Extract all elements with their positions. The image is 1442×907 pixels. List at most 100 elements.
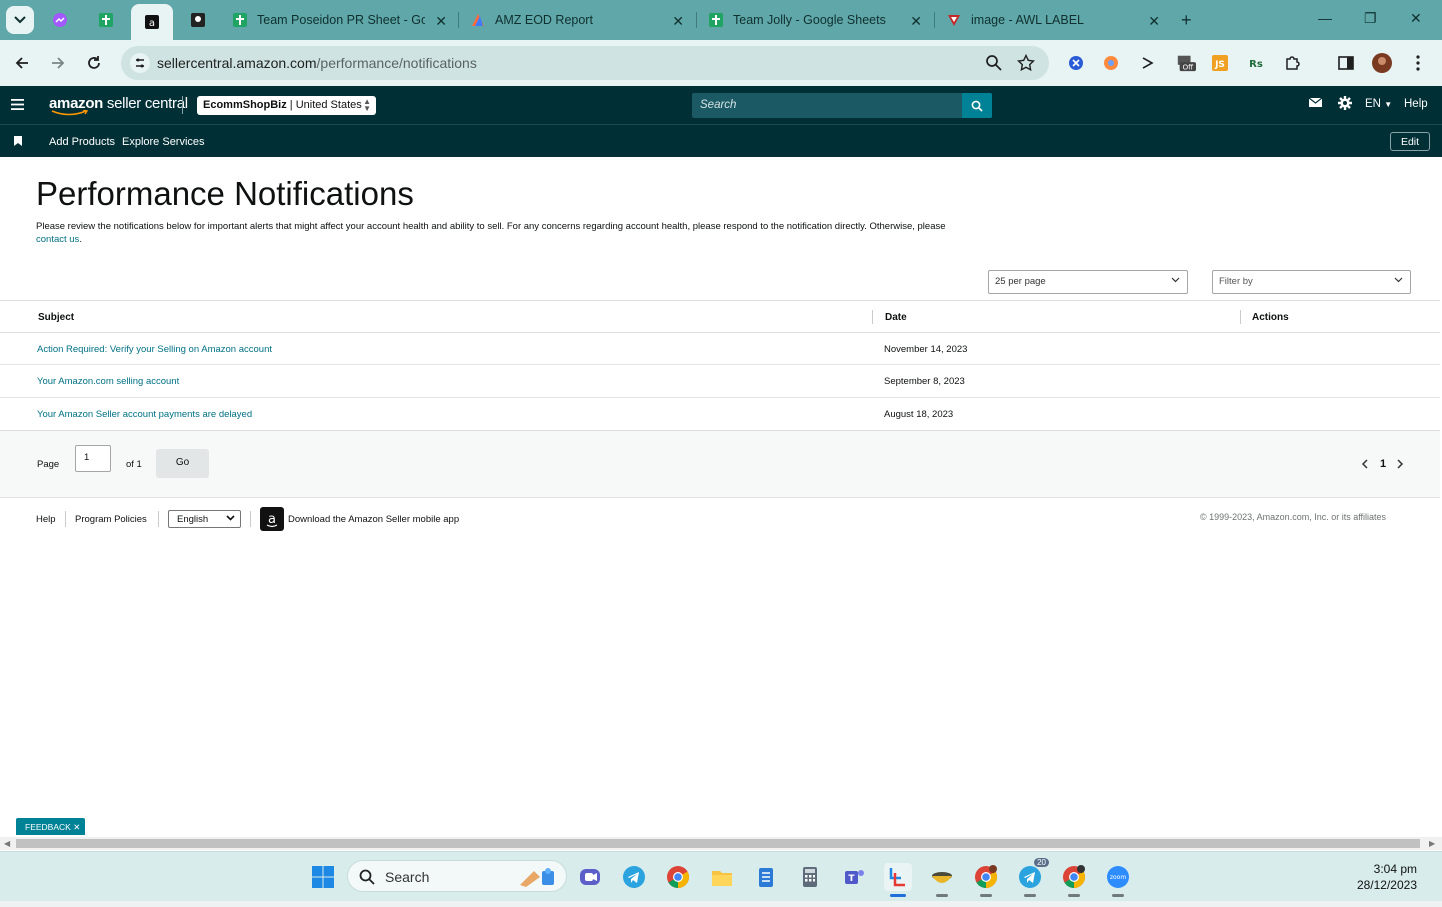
account-switcher[interactable]: EcommShopBiz | United States ▲ ▼ bbox=[197, 96, 376, 115]
scroll-right-icon[interactable]: ▶ bbox=[1429, 839, 1435, 848]
chevron-left-icon[interactable] bbox=[1361, 459, 1368, 469]
teams-icon[interactable]: T bbox=[840, 863, 868, 891]
address-bar[interactable]: sellercentral.amazon.com/performance/not… bbox=[121, 46, 1049, 80]
filter-select[interactable]: Filter by bbox=[1212, 270, 1411, 294]
telegram-icon[interactable] bbox=[620, 863, 648, 891]
notification-subject-link[interactable]: Your Amazon Seller account payments are … bbox=[37, 409, 252, 420]
mail-icon[interactable] bbox=[1309, 97, 1322, 108]
seller-search-box[interactable]: Search bbox=[692, 93, 992, 118]
extension-blue-icon[interactable] bbox=[1066, 53, 1086, 73]
close-icon[interactable]: ✕ bbox=[73, 822, 80, 832]
gear-icon[interactable] bbox=[1338, 96, 1352, 110]
per-page-value: 25 per page bbox=[995, 276, 1046, 287]
edit-button[interactable]: Edit bbox=[1390, 132, 1430, 151]
bowl-app-icon[interactable] bbox=[928, 863, 956, 897]
chevron-down-icon bbox=[1171, 277, 1180, 283]
tab-close-icon[interactable]: ✕ bbox=[435, 13, 447, 30]
tab-close-icon[interactable]: ✕ bbox=[1148, 13, 1160, 30]
snipping-tool-icon[interactable] bbox=[884, 863, 912, 897]
file-explorer-icon[interactable] bbox=[708, 863, 736, 891]
extension-rs-icon[interactable]: Rs bbox=[1246, 53, 1266, 73]
taskbar-search[interactable]: Search bbox=[347, 860, 567, 892]
tab-amz-eod-report[interactable]: AMZ EOD Report ✕ bbox=[470, 6, 684, 34]
telegram-notify-icon[interactable]: 20 bbox=[1016, 858, 1049, 897]
tab-close-icon[interactable]: ✕ bbox=[910, 13, 922, 30]
google-sheets-icon[interactable] bbox=[91, 6, 121, 34]
column-header-subject[interactable]: Subject bbox=[38, 312, 74, 323]
table-row: Your Amazon Seller account payments are … bbox=[0, 398, 1440, 430]
amazon-seller-app-icon[interactable]: a bbox=[260, 507, 284, 531]
url-path: /performance/notifications bbox=[316, 55, 477, 71]
subnav-add-products[interactable]: Add Products bbox=[49, 136, 115, 148]
hamburger-menu-icon[interactable] bbox=[11, 99, 24, 110]
awl-icon bbox=[946, 12, 962, 28]
footer-help-link[interactable]: Help bbox=[36, 514, 56, 525]
extension-orange-icon[interactable] bbox=[1101, 53, 1121, 73]
windows-start-icon[interactable] bbox=[309, 863, 337, 891]
footer-program-policies-link[interactable]: Program Policies bbox=[75, 514, 147, 525]
bookmark-star-icon[interactable] bbox=[1017, 54, 1035, 72]
back-icon[interactable] bbox=[12, 53, 32, 73]
search-icon[interactable] bbox=[962, 93, 992, 118]
zoom-icon[interactable] bbox=[985, 54, 1003, 72]
feedback-button[interactable]: FEEDBACK ✕ bbox=[16, 818, 85, 835]
tab-awl-label[interactable]: image - AWL LABEL ✕ bbox=[946, 6, 1160, 34]
svg-text:a: a bbox=[149, 18, 155, 29]
contact-us-link[interactable]: contact us bbox=[36, 234, 79, 245]
calculator-icon[interactable] bbox=[796, 863, 824, 891]
new-tab-icon[interactable]: + bbox=[1181, 10, 1192, 31]
help-link[interactable]: Help bbox=[1404, 98, 1428, 110]
pirate-icon[interactable] bbox=[183, 6, 213, 34]
horizontal-scrollbar[interactable]: ◀ ▶ bbox=[0, 837, 1442, 850]
extensions-puzzle-icon[interactable] bbox=[1282, 53, 1302, 73]
search-highlight-icon bbox=[518, 865, 558, 889]
footer-language-select[interactable]: English bbox=[168, 510, 241, 528]
chevron-right-icon[interactable] bbox=[1397, 459, 1404, 469]
messenger-icon[interactable] bbox=[45, 6, 75, 34]
tab-team-poseidon[interactable]: Team Poseidon PR Sheet - Goo ✕ bbox=[232, 6, 447, 34]
go-button[interactable]: Go bbox=[156, 449, 209, 478]
scrollbar-thumb[interactable] bbox=[16, 839, 1420, 848]
close-window-icon[interactable]: ✕ bbox=[1410, 10, 1422, 27]
browser-menu-icon[interactable] bbox=[1408, 53, 1428, 73]
forward-icon[interactable] bbox=[48, 53, 68, 73]
seller-search-input[interactable]: Search bbox=[700, 99, 736, 111]
chrome-profile-icon[interactable] bbox=[972, 863, 1000, 897]
download-app-link[interactable]: Download the Amazon Seller mobile app bbox=[288, 514, 459, 525]
extension-arrow-icon[interactable] bbox=[1138, 53, 1158, 73]
column-header-date[interactable]: Date bbox=[885, 312, 907, 323]
minimize-icon[interactable]: — bbox=[1318, 10, 1332, 26]
page-number-input[interactable]: 1 bbox=[75, 445, 111, 472]
site-info-icon[interactable] bbox=[130, 53, 150, 73]
extension-js-icon[interactable]: JS bbox=[1210, 53, 1230, 73]
maximize-icon[interactable]: ❐ bbox=[1364, 10, 1377, 27]
svg-text:JS: JS bbox=[1214, 60, 1225, 70]
seller-central-logo[interactable]: amazon seller central bbox=[49, 95, 188, 116]
scroll-left-icon[interactable]: ◀ bbox=[4, 839, 10, 848]
tab-close-icon[interactable]: ✕ bbox=[672, 13, 684, 30]
bookmark-icon[interactable] bbox=[14, 136, 22, 146]
language-switcher[interactable]: EN ▼ bbox=[1365, 98, 1392, 110]
tab-search-icon[interactable] bbox=[6, 6, 34, 34]
caret-down-icon: ▼ bbox=[1384, 100, 1393, 109]
profile-avatar[interactable] bbox=[1372, 53, 1392, 73]
tab-team-jolly[interactable]: Team Jolly - Google Sheets ✕ bbox=[708, 6, 922, 34]
reload-icon[interactable] bbox=[84, 53, 104, 73]
extension-off-icon[interactable]: Off bbox=[1176, 53, 1196, 73]
chat-app-icon[interactable] bbox=[576, 863, 604, 891]
notification-subject-link[interactable]: Your Amazon.com selling account bbox=[37, 376, 179, 387]
chrome-profile-2-icon[interactable] bbox=[1060, 863, 1088, 897]
account-region: | United States bbox=[286, 99, 362, 111]
current-page-number[interactable]: 1 bbox=[1380, 458, 1386, 470]
side-panel-icon[interactable] bbox=[1336, 53, 1356, 73]
system-clock[interactable]: 3:04 pm 28/12/2023 bbox=[1357, 861, 1417, 893]
table-header: Subject Date Actions bbox=[0, 300, 1440, 333]
amazon-tab-icon[interactable]: a bbox=[131, 4, 173, 40]
subnav-explore-services[interactable]: Explore Services bbox=[122, 136, 205, 148]
zoom-app-icon[interactable]: zoom bbox=[1104, 863, 1132, 897]
notepad-icon[interactable] bbox=[752, 863, 780, 891]
chrome-icon[interactable] bbox=[664, 863, 692, 891]
notification-subject-link[interactable]: Action Required: Verify your Selling on … bbox=[37, 344, 272, 355]
windows-taskbar: Search T 20 zoom 3:04 pm 28/12/2023 bbox=[0, 851, 1442, 901]
per-page-select[interactable]: 25 per page bbox=[988, 270, 1188, 294]
